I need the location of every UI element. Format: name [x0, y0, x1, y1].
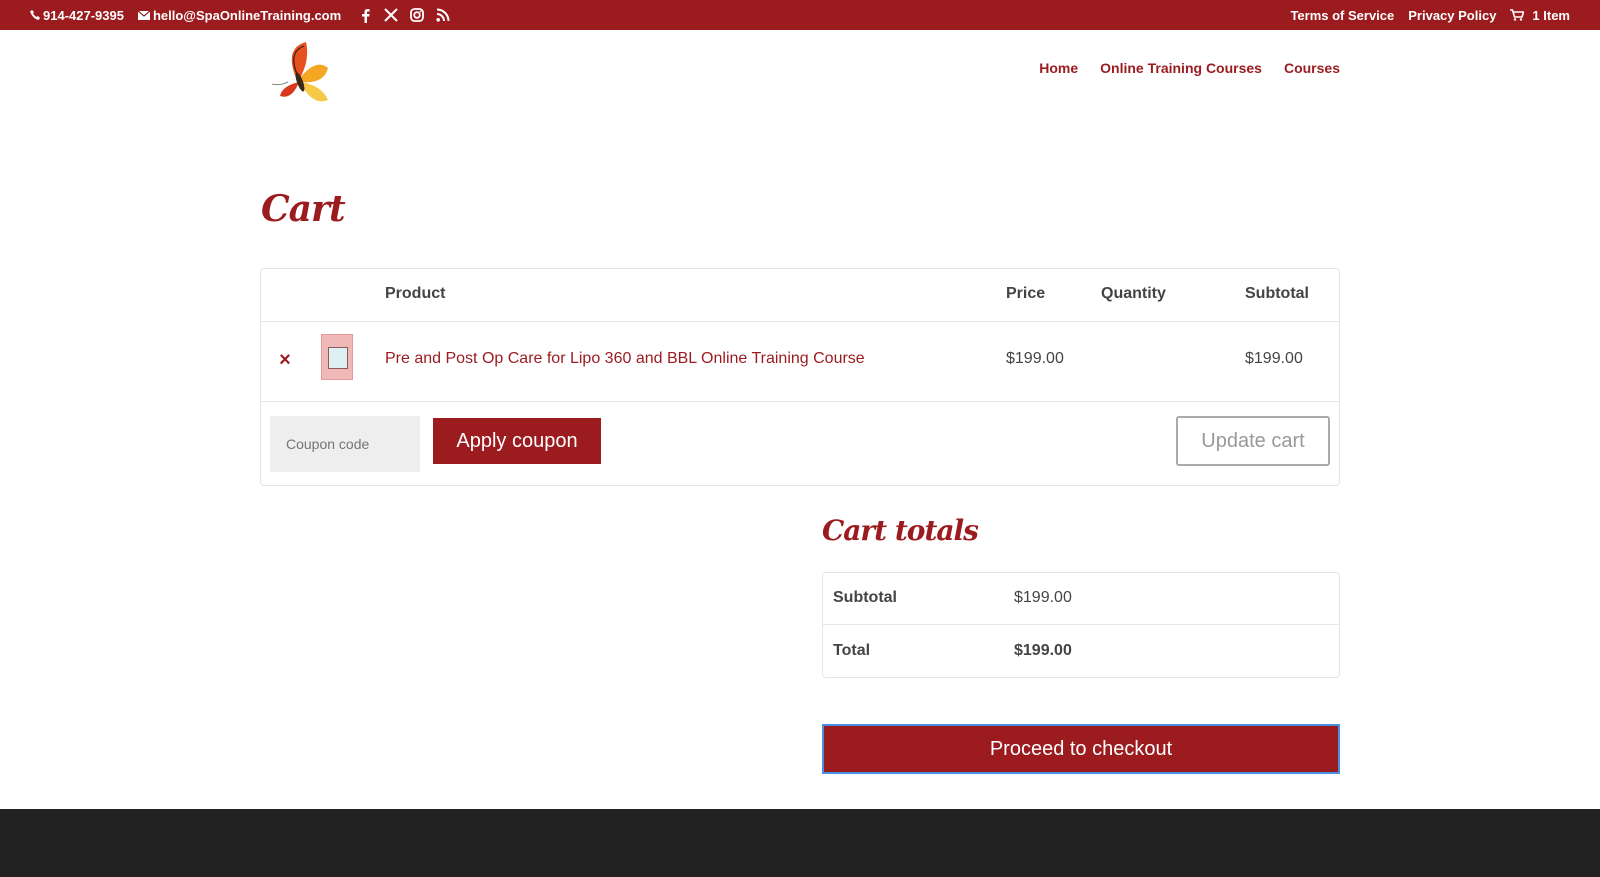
- cart-actions: Apply coupon Update cart: [261, 402, 1339, 487]
- total-label: Total: [833, 642, 871, 659]
- table-row: × Pre and Post Op Care for Lipo 360 and …: [261, 322, 1339, 402]
- mail-icon: [137, 10, 150, 20]
- privacy-link[interactable]: Privacy Policy: [1408, 8, 1496, 23]
- coupon-input[interactable]: [270, 416, 420, 472]
- header-price: Price: [1006, 285, 1046, 302]
- main-nav: Home Online Training Courses Courses: [1017, 60, 1340, 76]
- subtotal-value: $199.00: [1014, 589, 1072, 606]
- cart-totals-table: Subtotal $199.00 Total $199.00: [822, 572, 1340, 678]
- email-contact[interactable]: hello@SpaOnlineTraining.com: [137, 7, 342, 23]
- cart-table: Product Price Quantity Subtotal × Pre an…: [260, 268, 1340, 486]
- site-header: Home Online Training Courses Courses: [0, 30, 1600, 120]
- social-icons: [357, 7, 461, 23]
- header-product: Product: [385, 285, 446, 302]
- page-title: Cart: [261, 188, 346, 230]
- product-subtotal: $199.00: [1245, 350, 1303, 367]
- email-address: hello@SpaOnlineTraining.com: [152, 7, 342, 23]
- product-price: $199.00: [1006, 350, 1064, 367]
- subtotal-label: Subtotal: [833, 589, 897, 606]
- remove-item-icon[interactable]: ×: [275, 350, 295, 370]
- phone-icon: [30, 10, 40, 20]
- top-bar: 914-427-9395 hello@SpaOnlineTraining.com…: [0, 0, 1600, 30]
- total-row: Total $199.00: [823, 626, 1339, 678]
- phone-number: 914-427-9395: [43, 7, 124, 23]
- phone-contact[interactable]: 914-427-9395: [30, 8, 124, 23]
- nav-home[interactable]: Home: [1039, 60, 1078, 76]
- rss-icon[interactable]: [435, 7, 451, 23]
- proceed-to-checkout-button[interactable]: Proceed to checkout: [822, 724, 1340, 774]
- apply-coupon-button[interactable]: Apply coupon: [433, 418, 601, 464]
- site-footer: [0, 809, 1600, 877]
- instagram-icon[interactable]: [409, 7, 425, 23]
- header-quantity: Quantity: [1101, 285, 1166, 302]
- nav-online-training-courses[interactable]: Online Training Courses: [1100, 60, 1262, 76]
- nav-courses[interactable]: Courses: [1284, 60, 1340, 76]
- butterfly-logo[interactable]: [266, 38, 338, 110]
- cart-link[interactable]: 1 Item: [1510, 8, 1570, 23]
- cart-count: 1 Item: [1532, 7, 1570, 23]
- cart-totals-title: Cart totals: [822, 514, 979, 547]
- x-icon[interactable]: [383, 7, 399, 23]
- facebook-icon[interactable]: [357, 7, 373, 23]
- header-subtotal: Subtotal: [1245, 285, 1309, 302]
- product-name-link[interactable]: Pre and Post Op Care for Lipo 360 and BB…: [385, 350, 865, 368]
- total-value: $199.00: [1014, 642, 1072, 659]
- cart-icon: [1510, 9, 1525, 21]
- product-thumbnail[interactable]: [321, 334, 353, 380]
- terms-link[interactable]: Terms of Service: [1290, 8, 1394, 23]
- update-cart-button[interactable]: Update cart: [1176, 416, 1330, 466]
- subtotal-row: Subtotal $199.00: [823, 573, 1339, 625]
- cart-table-header: Product Price Quantity Subtotal: [261, 269, 1339, 322]
